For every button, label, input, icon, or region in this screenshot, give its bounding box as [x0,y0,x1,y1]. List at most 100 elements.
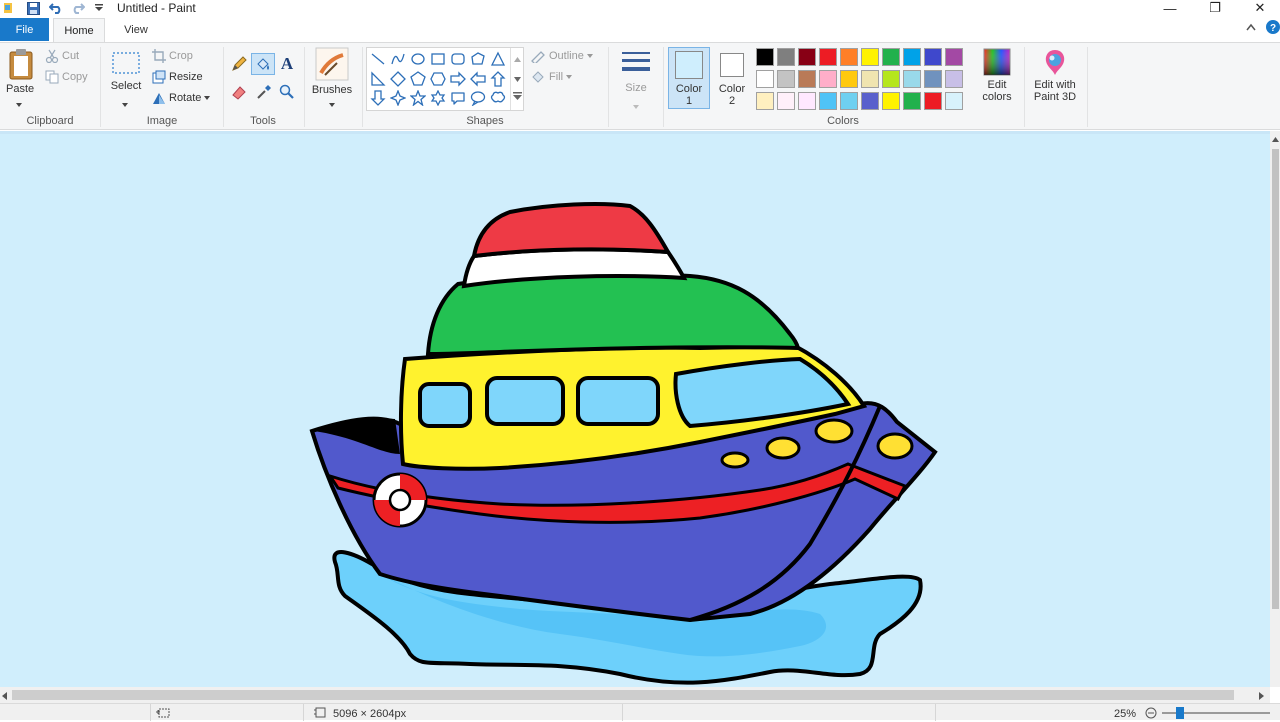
right-arrow-shape-icon[interactable] [449,70,467,88]
size-dropdown-icon[interactable] [633,100,639,112]
line-shape-icon[interactable] [369,50,387,68]
palette-swatch[interactable] [819,48,837,66]
palette-swatch[interactable] [861,48,879,66]
outline-button[interactable]: Outline [530,49,593,63]
triangle-shape-icon[interactable] [489,50,507,68]
rectangle-shape-icon[interactable] [429,50,447,68]
palette-swatch[interactable] [777,70,795,88]
eraser-icon[interactable] [230,83,248,101]
palette-swatch[interactable] [840,48,858,66]
tab-home[interactable]: Home [53,18,105,43]
fill-button[interactable]: Fill [530,70,573,84]
cloud-callout-shape-icon[interactable] [489,89,507,107]
palette-swatch[interactable] [798,92,816,110]
palette-swatch[interactable] [798,48,816,66]
diamond-shape-icon[interactable] [389,70,407,88]
text-tool-icon[interactable]: A [278,54,296,73]
six-point-star-shape-icon[interactable] [429,89,447,107]
color-picker-icon[interactable] [255,83,273,101]
pencil-icon[interactable] [230,55,248,73]
palette-swatch[interactable] [903,48,921,66]
collapse-ribbon-icon[interactable] [1246,22,1256,34]
palette-swatch[interactable] [840,92,858,110]
shapes-scroll-down-icon[interactable] [514,73,521,85]
palette-swatch[interactable] [903,70,921,88]
down-arrow-shape-icon[interactable] [369,89,387,107]
edit-colors-button[interactable]: Edit colors [978,48,1016,103]
horizontal-scrollbar[interactable] [0,687,1270,703]
pentagon-shape-icon[interactable] [409,70,427,88]
customize-quick-access-icon[interactable] [90,0,108,16]
scroll-right-icon[interactable] [1259,691,1264,703]
tab-file[interactable]: File [0,18,49,41]
palette-swatch[interactable] [903,92,921,110]
vertical-scroll-thumb[interactable] [1272,149,1279,609]
palette-swatch[interactable] [777,48,795,66]
right-triangle-shape-icon[interactable] [369,70,387,88]
size-button[interactable]: Size [614,47,658,94]
curve-shape-icon[interactable] [389,50,407,68]
paste-button[interactable] [4,48,38,83]
palette-swatch[interactable] [819,70,837,88]
palette-swatch[interactable] [924,70,942,88]
rounded-rectangle-shape-icon[interactable] [449,50,467,68]
palette-swatch[interactable] [945,92,963,110]
edit-with-paint3d-button[interactable]: Edit with Paint 3D [1028,48,1082,103]
paste-dropdown-icon[interactable] [16,98,22,110]
zoom-level: 25% [1114,708,1137,720]
palette-swatch[interactable] [924,48,942,66]
fill-bucket-icon[interactable] [251,53,275,75]
palette-swatch[interactable] [882,70,900,88]
palette-swatch[interactable] [777,92,795,110]
redo-icon[interactable] [69,0,87,16]
palette-swatch[interactable] [756,92,774,110]
minimize-button[interactable]: — [1150,0,1190,16]
brushes-button[interactable]: Brushes [308,47,356,96]
left-arrow-shape-icon[interactable] [469,70,487,88]
horizontal-scroll-thumb[interactable] [12,690,1234,700]
save-icon[interactable] [24,0,42,16]
magnifier-icon[interactable] [278,83,296,101]
palette-swatch[interactable] [945,48,963,66]
select-button[interactable]: Select [106,49,146,92]
palette-swatch[interactable] [840,70,858,88]
group-divider [1087,47,1088,127]
rotate-button[interactable]: Rotate [152,91,211,105]
palette-swatch[interactable] [819,92,837,110]
palette-swatch[interactable] [945,70,963,88]
oval-callout-shape-icon[interactable] [469,89,487,107]
four-point-star-shape-icon[interactable] [389,89,407,107]
restore-button[interactable]: ❐ [1195,0,1235,16]
vertical-scrollbar[interactable] [1270,131,1280,687]
palette-swatch[interactable] [756,70,774,88]
palette-swatch[interactable] [861,70,879,88]
palette-swatch[interactable] [882,92,900,110]
palette-swatch[interactable] [924,92,942,110]
five-point-star-shape-icon[interactable] [409,89,427,107]
select-dropdown-icon[interactable] [122,98,128,110]
copy-button[interactable]: Copy [45,70,88,84]
palette-swatch[interactable] [861,92,879,110]
resize-button[interactable]: Resize [152,70,203,84]
undo-icon[interactable] [47,0,65,16]
polygon-shape-icon[interactable] [469,50,487,68]
palette-swatch[interactable] [882,48,900,66]
crop-button[interactable]: Crop [152,49,193,63]
tab-view[interactable]: View [112,18,160,41]
palette-swatch[interactable] [756,48,774,66]
drawing-canvas[interactable] [0,134,1270,687]
cut-button[interactable]: Cut [45,49,79,63]
up-arrow-shape-icon[interactable] [489,70,507,88]
hexagon-shape-icon[interactable] [429,70,447,88]
scroll-left-icon[interactable] [2,691,7,703]
scroll-up-icon[interactable] [1272,133,1279,145]
oval-shape-icon[interactable] [409,50,427,68]
rounded-callout-shape-icon[interactable] [449,89,467,107]
zoom-slider-thumb[interactable] [1176,707,1184,719]
shapes-scroll-up-icon[interactable] [514,53,521,65]
brushes-dropdown-icon[interactable] [329,98,335,110]
close-button[interactable]: ✕ [1240,0,1280,16]
help-icon[interactable]: ? [1266,20,1280,37]
shapes-more-icon[interactable] [513,92,522,104]
palette-swatch[interactable] [798,70,816,88]
